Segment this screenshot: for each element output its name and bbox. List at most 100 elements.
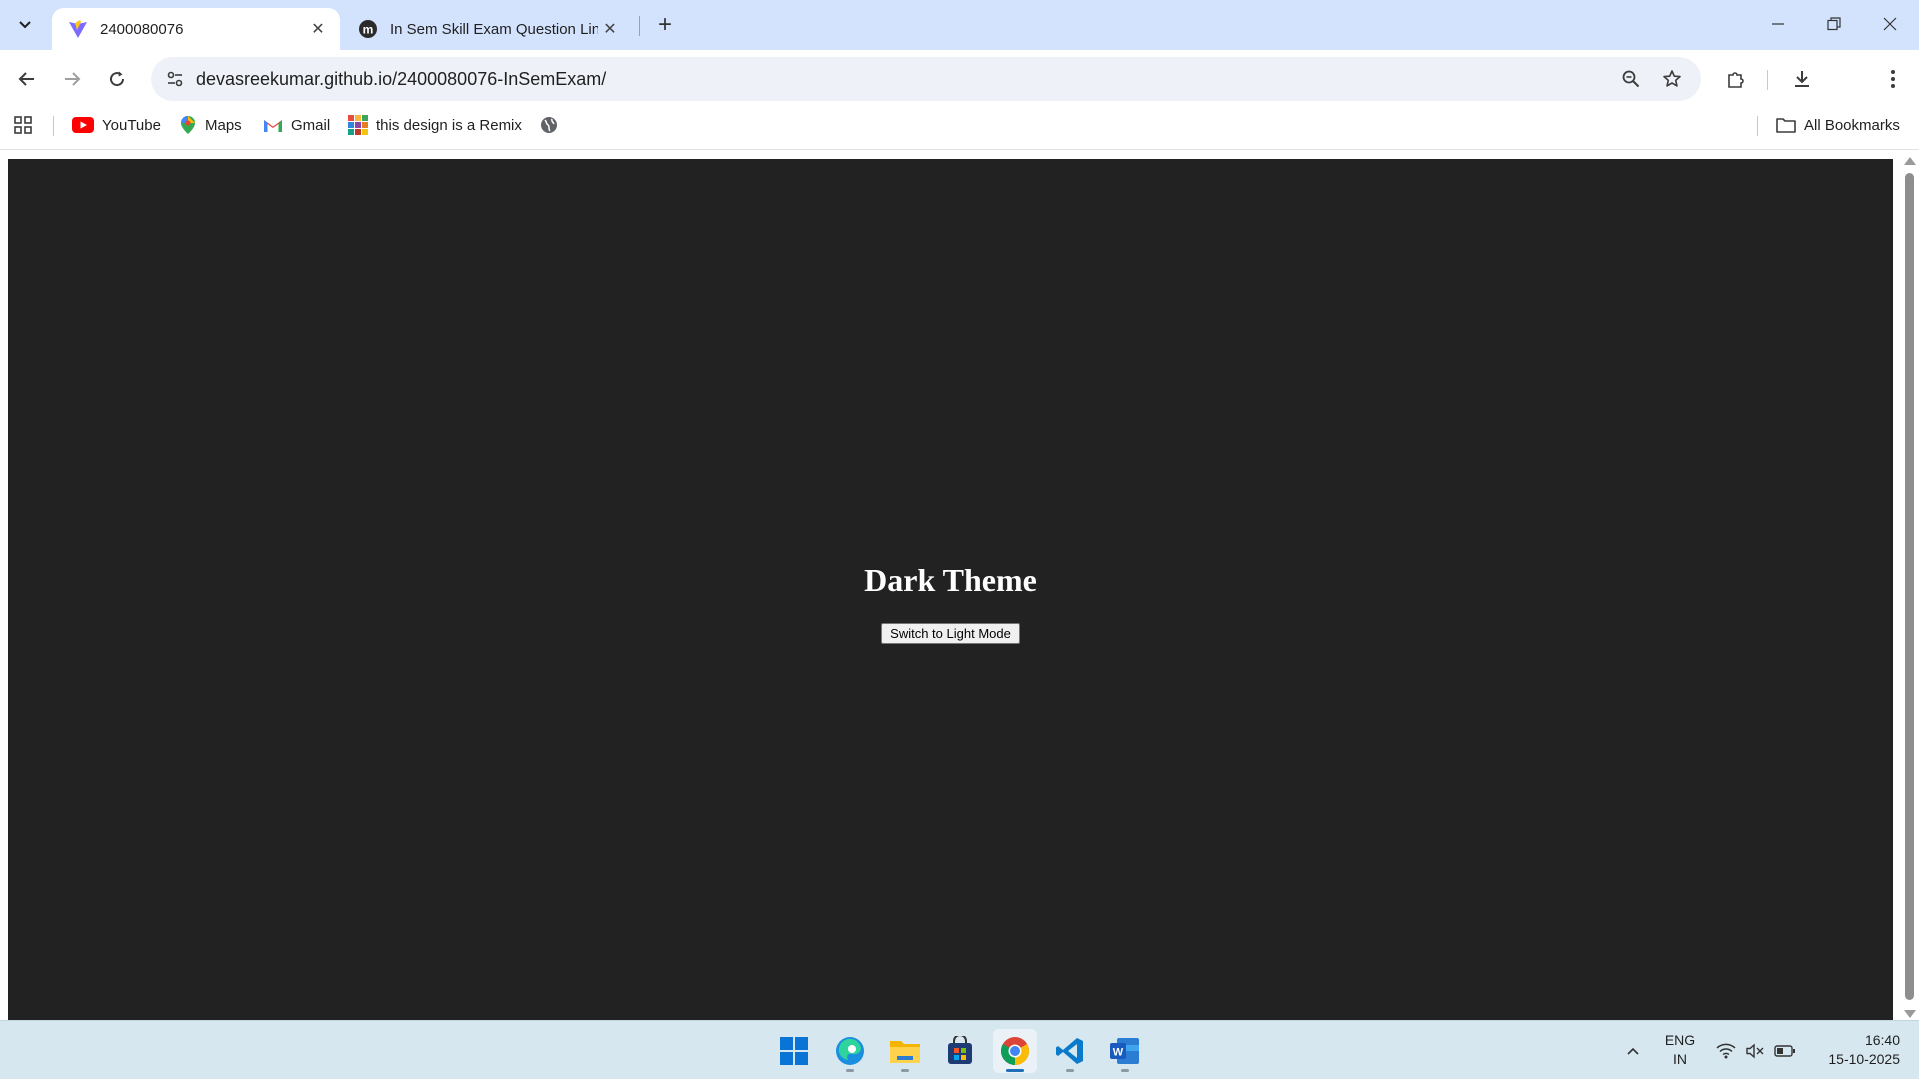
vite-icon bbox=[68, 19, 88, 39]
url-text[interactable]: devasreekumar.github.io/2400080076-InSem… bbox=[196, 69, 606, 90]
bookmark-label: Maps bbox=[205, 116, 242, 134]
youtube-icon bbox=[72, 117, 94, 133]
switch-theme-button[interactable]: Switch to Light Mode bbox=[881, 623, 1020, 644]
menu-button[interactable] bbox=[1875, 61, 1911, 97]
running-indicator bbox=[1006, 1069, 1024, 1072]
tune-icon bbox=[167, 71, 183, 87]
bookmark-youtube[interactable]: YouTube bbox=[72, 108, 161, 142]
running-indicator bbox=[1121, 1069, 1129, 1072]
show-hidden-icons-button[interactable] bbox=[1618, 1021, 1648, 1079]
word-icon: W bbox=[1110, 1038, 1139, 1064]
page-heading: Dark Theme bbox=[864, 562, 1037, 598]
tab-separator bbox=[639, 16, 640, 36]
bookmark-globe[interactable] bbox=[539, 108, 559, 142]
apps-button[interactable] bbox=[13, 108, 33, 142]
download-icon bbox=[1795, 71, 1809, 87]
taskbar-file-explorer[interactable] bbox=[883, 1029, 927, 1073]
page-viewport: Dark Theme Switch to Light Mode bbox=[8, 159, 1893, 1020]
bookmarks-bar: YouTube Maps Gmail this design is a Remi… bbox=[0, 108, 1919, 150]
battery-button[interactable] bbox=[1771, 1021, 1799, 1079]
taskbar-store[interactable] bbox=[938, 1029, 982, 1073]
close-tab-icon[interactable]: ✕ bbox=[306, 17, 330, 41]
tab-strip: 2400080076 ✕ m In Sem Skill Exam Questio… bbox=[0, 0, 1919, 50]
clock-date: 15-10-2025 bbox=[1828, 1051, 1900, 1067]
bookmarks-separator bbox=[53, 116, 54, 136]
bookmark-label: YouTube bbox=[102, 116, 161, 134]
new-tab-button[interactable]: + bbox=[650, 10, 680, 40]
back-button[interactable] bbox=[9, 61, 45, 97]
network-button[interactable] bbox=[1713, 1021, 1739, 1079]
scroll-up-icon[interactable] bbox=[1904, 157, 1916, 165]
running-indicator bbox=[846, 1069, 854, 1072]
globe-icon bbox=[541, 117, 557, 133]
close-window-button[interactable] bbox=[1862, 0, 1918, 48]
close-tab-icon[interactable]: ✕ bbox=[598, 17, 622, 41]
page-scrollbar[interactable] bbox=[1899, 155, 1919, 1020]
all-bookmarks-button[interactable]: All Bookmarks bbox=[1776, 108, 1900, 142]
bookmark-label: Gmail bbox=[291, 116, 331, 134]
toolbar-separator bbox=[1767, 70, 1768, 90]
restore-button[interactable] bbox=[1806, 0, 1862, 48]
address-bar[interactable]: devasreekumar.github.io/2400080076-InSem… bbox=[151, 57, 1701, 101]
clock-time: 16:40 bbox=[1864, 1032, 1900, 1048]
windows-taskbar: W ENG IN 16:40 15-10-2025 bbox=[0, 1020, 1919, 1079]
tab-search-button[interactable] bbox=[10, 10, 40, 40]
region-code: IN bbox=[1673, 1051, 1687, 1067]
running-indicator bbox=[901, 1069, 909, 1072]
maps-icon bbox=[181, 116, 195, 134]
taskbar-word[interactable]: W bbox=[1103, 1029, 1147, 1073]
zoom-button[interactable] bbox=[1615, 63, 1647, 95]
bookmark-maps[interactable]: Maps bbox=[179, 108, 242, 142]
moodle-icon: m bbox=[358, 19, 378, 39]
bookmarks-separator bbox=[1757, 116, 1758, 136]
tab-active[interactable]: 2400080076 ✕ bbox=[52, 8, 340, 50]
all-bookmarks-label: All Bookmarks bbox=[1804, 116, 1900, 134]
forward-arrow-icon bbox=[65, 72, 81, 86]
reload-button[interactable] bbox=[99, 61, 135, 97]
chrome-icon bbox=[1001, 1037, 1029, 1065]
tab-title: In Sem Skill Exam Question Link bbox=[390, 20, 598, 38]
restore-icon bbox=[1827, 17, 1841, 31]
extensions-button[interactable] bbox=[1718, 61, 1754, 97]
site-info-button[interactable] bbox=[159, 63, 191, 95]
start-icon bbox=[780, 1037, 808, 1065]
folder-icon bbox=[1776, 118, 1796, 133]
browser-toolbar: devasreekumar.github.io/2400080076-InSem… bbox=[0, 50, 1919, 108]
scroll-down-icon[interactable] bbox=[1904, 1010, 1916, 1018]
puzzle-icon bbox=[1728, 72, 1744, 88]
edge-icon bbox=[836, 1037, 864, 1065]
start-button[interactable] bbox=[772, 1029, 816, 1073]
language-code: ENG bbox=[1664, 1032, 1696, 1048]
bookmark-star-button[interactable] bbox=[1656, 63, 1688, 95]
vscode-icon bbox=[1056, 1038, 1083, 1064]
taskbar-chrome[interactable] bbox=[993, 1029, 1037, 1073]
language-indicator[interactable]: ENG IN bbox=[1655, 1031, 1705, 1069]
more-vert-icon bbox=[1891, 70, 1895, 88]
taskbar-vscode[interactable] bbox=[1048, 1029, 1092, 1073]
minimize-button[interactable] bbox=[1750, 0, 1806, 48]
svg-text:W: W bbox=[1113, 1047, 1124, 1059]
battery-icon bbox=[1774, 1044, 1795, 1057]
tab-inactive[interactable]: m In Sem Skill Exam Question Link ✕ bbox=[342, 8, 632, 50]
volume-mute-icon bbox=[1746, 1042, 1764, 1059]
running-indicator bbox=[1066, 1069, 1074, 1072]
clock[interactable]: 16:40 15-10-2025 bbox=[1808, 1031, 1900, 1069]
svg-text:m: m bbox=[363, 23, 374, 37]
taskbar-edge[interactable] bbox=[828, 1029, 872, 1073]
scrollbar-thumb[interactable] bbox=[1905, 173, 1914, 1000]
tab-title: 2400080076 bbox=[100, 20, 184, 38]
forward-button[interactable] bbox=[54, 61, 90, 97]
store-icon bbox=[948, 1036, 972, 1064]
downloads-button[interactable] bbox=[1784, 61, 1820, 97]
bookmark-gmail[interactable]: Gmail bbox=[263, 108, 330, 142]
apps-grid-icon bbox=[14, 116, 32, 134]
remix-icon bbox=[348, 115, 368, 135]
volume-button[interactable] bbox=[1742, 1021, 1768, 1079]
bookmark-label: this design is a Remix bbox=[376, 116, 522, 134]
wifi-icon bbox=[1716, 1043, 1736, 1058]
bookmark-remix[interactable]: this design is a Remix bbox=[348, 108, 522, 142]
minimize-icon bbox=[1772, 23, 1784, 25]
star-icon bbox=[1663, 70, 1681, 87]
file-explorer-icon bbox=[890, 1041, 920, 1063]
back-arrow-icon bbox=[18, 72, 34, 86]
